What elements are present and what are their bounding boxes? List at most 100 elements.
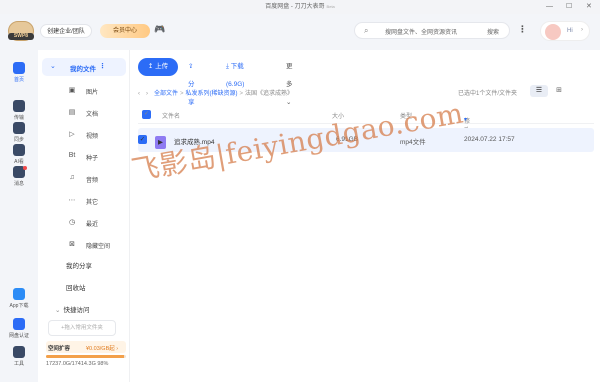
close-button[interactable]: ✕ — [586, 0, 592, 14]
category-icon: ◷ — [68, 219, 76, 226]
sidebar-item-label: 图片 — [86, 90, 99, 96]
sidebar-item-category[interactable]: ▤ 文档 — [42, 104, 126, 122]
search-button[interactable]: 搜索 — [487, 27, 499, 36]
maximize-button[interactable]: ☐ — [566, 0, 572, 14]
leftbar-item-7[interactable]: 工具 — [0, 346, 38, 367]
verify-icon — [13, 318, 25, 330]
leftbar-item-6[interactable]: 网盘认证 — [0, 318, 38, 339]
search-input[interactable]: ⌕ 搜网盘文件、全网资源资讯 搜索 — [354, 22, 510, 39]
window-title: 百度网盘 - 刀刀大表哥 — [265, 4, 325, 10]
create-team-button[interactable]: 创建企业/团队 — [40, 24, 92, 38]
sidebar-item-category[interactable]: ♫ 音频 — [42, 170, 126, 188]
search-placeholder: 搜网盘文件、全网资源资讯 — [385, 30, 458, 36]
leftbar-label: 消息 — [13, 181, 24, 187]
leftbar-item-2[interactable]: 同步 — [0, 122, 38, 143]
user-menu[interactable]: Hi › — [540, 21, 590, 41]
download-button[interactable]: ⤓ 下载(6.9G) — [226, 58, 244, 88]
category-icon: ⊠ — [69, 241, 75, 248]
leftbar-item-3[interactable]: AI看 — [0, 144, 38, 165]
vip-level-badge: SWP8 — [8, 33, 34, 40]
sidebar-item-category[interactable]: ◷ 最近 — [42, 214, 126, 232]
leftbar-item-1[interactable]: 传输 — [0, 100, 38, 121]
vip-center-button[interactable]: 会员中心 — [100, 24, 150, 38]
leftbar-label: AI看 — [14, 159, 24, 165]
chevron-right-icon: › — [581, 27, 583, 33]
more-menu-icon[interactable]: ⋮ — [518, 24, 527, 35]
category-icon: Bt — [68, 152, 76, 159]
home-icon — [13, 62, 25, 74]
sidebar-item-label: 快捷访问 — [63, 307, 90, 314]
storage-label: 空间扩容 — [48, 346, 71, 352]
leftbar-label: 传输 — [13, 115, 24, 121]
unread-dot — [23, 166, 27, 170]
leftbar-item-0[interactable]: 首页 — [0, 62, 38, 83]
chevron-down-icon: ⌄ — [50, 63, 56, 70]
search-icon: ⌕ — [364, 26, 369, 35]
more-dots-icon[interactable]: ⋮ — [99, 62, 106, 70]
leftbar-label: 工具 — [13, 361, 24, 367]
breadcrumb-separator: > — [180, 91, 184, 97]
breadcrumb-folder[interactable]: 私发系列(稀缺资源) — [186, 91, 238, 97]
back-icon[interactable]: ‹ — [138, 91, 140, 97]
share-icon: ⇪ — [188, 63, 194, 70]
sidebar-item-category[interactable]: Bt 种子 — [42, 148, 126, 166]
selection-status: 已选中1个文件/文件夹 — [458, 91, 518, 97]
storage-price: ¥0.03/GB起 › — [86, 346, 119, 352]
category-icon: ▷ — [69, 131, 75, 138]
ai-icon — [13, 144, 25, 156]
sidebar-item-category[interactable]: ▣ 图片 — [42, 82, 126, 100]
sidebar-item-recycle[interactable]: 回收站 — [66, 282, 86, 292]
sidebar-item-my-share[interactable]: 我的分享 — [66, 260, 92, 270]
add-quick-access-button[interactable]: +拖入常用文件夹 — [48, 320, 116, 336]
storage-expand-banner[interactable]: 空间扩容 ¥0.03/GB起 › — [46, 341, 126, 353]
upload-button[interactable]: ↥ 上传 — [138, 58, 178, 76]
sidebar-item-my-files[interactable]: ⌄ 我的文件 ⋮ — [42, 58, 126, 76]
sync-icon — [13, 122, 25, 134]
minimize-button[interactable]: — — [546, 0, 553, 14]
breadcrumb: ‹ › 全部文件 > 私发系列(稀缺资源) > 法国《追求成熟》 — [138, 88, 293, 97]
share-button[interactable]: ⇪ 分享 — [188, 58, 195, 106]
category-icon: ♫ — [69, 174, 75, 181]
window-title-bar: 百度网盘 - 刀刀大表哥 Beta — [0, 0, 600, 14]
sidebar-item-category[interactable]: ▷ 视频 — [42, 126, 126, 144]
select-all-checkbox[interactable]: ✓ — [142, 110, 151, 119]
row-checkbox[interactable]: ✓ — [138, 135, 147, 144]
user-avatar — [545, 24, 561, 40]
gamepad-icon[interactable]: 🎮 — [154, 24, 165, 35]
sidebar-item-label: 文档 — [86, 112, 99, 118]
leftbar-label: 首页 — [13, 77, 24, 83]
chevron-down-icon: ⌄ — [55, 307, 61, 314]
storage-usage-fill — [46, 355, 125, 358]
sidebar: ⌄ 我的文件 ⋮ ▣ 图片 ▤ 文档 ▷ 视频 Bt 种子 ♫ 音频 ⋯ 其它 ◷ 最近 ⊠ 隐藏空间 我的分… — [38, 50, 130, 382]
category-icon: ⋯ — [68, 197, 76, 204]
sidebar-item-quick-access[interactable]: ⌄ 快捷访问 — [55, 304, 89, 314]
forward-icon[interactable]: › — [146, 91, 148, 97]
more-button[interactable]: 更多 ⌄ — [286, 58, 293, 106]
more-label: 更多 — [286, 63, 293, 88]
leftbar-label: 同步 — [13, 137, 24, 143]
sidebar-item-label: 隐藏空间 — [86, 244, 111, 250]
user-greeting: Hi — [567, 28, 573, 34]
storage-usage-bar — [46, 355, 126, 358]
leftbar-label: 网盘认证 — [8, 333, 29, 339]
sidebar-item-category[interactable]: ⋯ 其它 — [42, 192, 126, 210]
upload-label: 上传 — [155, 63, 169, 70]
sidebar-item-label: 音频 — [86, 178, 99, 184]
list-view-icon[interactable]: ☰ — [530, 85, 548, 97]
breadcrumb-root[interactable]: 全部文件 — [154, 91, 178, 97]
grid-view-icon[interactable]: ⊞ — [550, 85, 568, 97]
upload-icon: ↥ — [147, 63, 154, 70]
column-header-name[interactable]: 文件名 — [162, 111, 180, 120]
download-label: 下载(6.9G) — [226, 63, 245, 88]
leftbar-item-5[interactable]: App下载 — [0, 288, 38, 309]
tools-icon — [13, 346, 25, 358]
file-modified: 2024.07.22 17:57 — [464, 136, 515, 143]
category-icon: ▣ — [68, 87, 76, 94]
app-download-icon — [13, 288, 25, 300]
chevron-down-icon: ⌄ — [286, 99, 292, 106]
download-icon: ⤓ — [226, 63, 229, 70]
sidebar-item-category[interactable]: ⊠ 隐藏空间 — [42, 236, 126, 254]
sidebar-item-label: 种子 — [86, 156, 99, 162]
category-icon: ▤ — [68, 109, 76, 116]
leftbar-item-4[interactable]: 消息 — [0, 166, 38, 187]
